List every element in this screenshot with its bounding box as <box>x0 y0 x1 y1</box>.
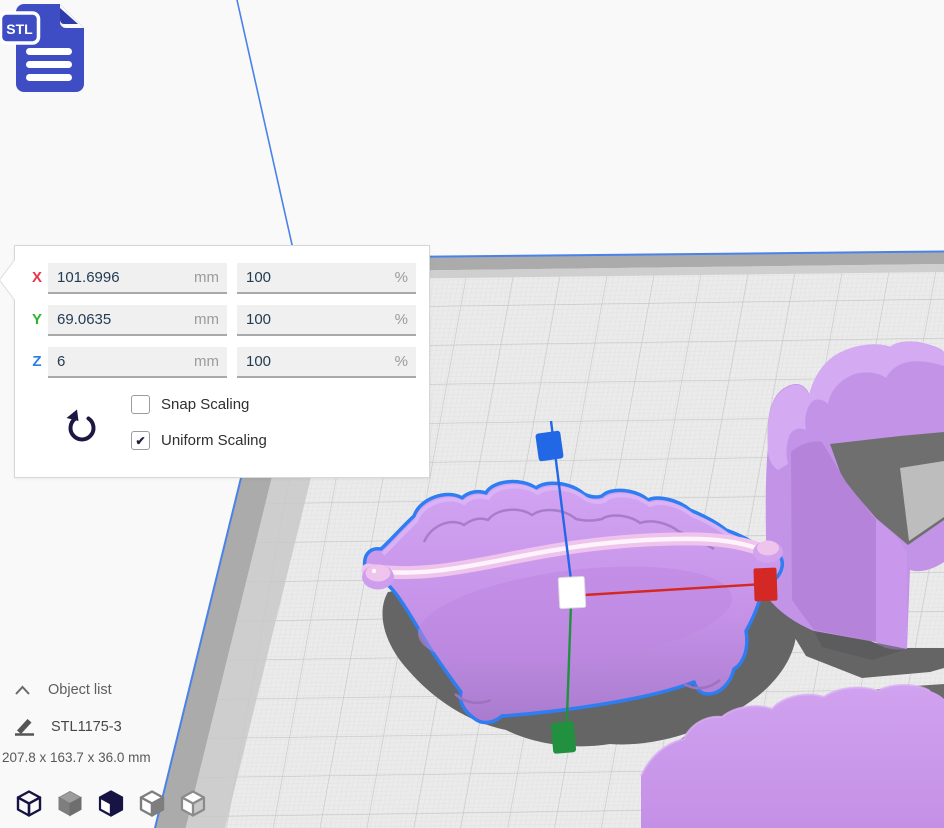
view-top-button[interactable] <box>95 788 126 821</box>
panel-arrow <box>0 260 15 300</box>
scale-y-percent-field[interactable]: % <box>237 305 416 336</box>
scale-y-percent-input[interactable] <box>237 311 395 328</box>
object-list-item-name: STL1175-3 <box>51 719 122 735</box>
scale-y-mm-field[interactable]: mm <box>48 305 227 336</box>
scale-row-x: X mm % <box>15 263 429 294</box>
scale-y-mm-input[interactable] <box>48 311 194 328</box>
gizmo-handle-y[interactable] <box>551 721 577 754</box>
axis-label-y: Y <box>25 311 49 328</box>
scale-row-y: Y mm % <box>15 305 429 336</box>
scale-x-percent-field[interactable]: % <box>237 263 416 294</box>
gizmo-center-handle[interactable] <box>558 576 586 608</box>
scale-z-percent-field[interactable]: % <box>237 347 416 378</box>
build-volume-edge <box>237 0 295 258</box>
view-3d-button[interactable] <box>13 788 44 821</box>
scale-x-mm-field[interactable]: mm <box>48 263 227 294</box>
stl-file-icon[interactable]: STL <box>0 0 92 102</box>
axis-label-x: X <box>25 269 49 286</box>
chevron-up-icon <box>14 685 31 696</box>
view-left-button[interactable] <box>136 788 167 821</box>
gizmo-handle-x[interactable] <box>753 568 777 602</box>
snap-scaling-box[interactable] <box>131 395 150 414</box>
object-list-title: Object list <box>48 682 112 698</box>
application-window: STL X mm % Y mm % <box>0 0 944 828</box>
view-right-button[interactable] <box>177 788 208 821</box>
scale-z-percent-input[interactable] <box>237 353 395 370</box>
unit-percent: % <box>395 311 416 328</box>
unit-percent: % <box>395 269 416 286</box>
view-top-icon <box>96 788 126 819</box>
view-front-icon <box>55 788 85 819</box>
scale-row-z: Z mm % <box>15 347 429 378</box>
unit-mm: mm <box>194 353 227 370</box>
uniform-scaling-label: Uniform Scaling <box>161 432 267 449</box>
unit-mm: mm <box>194 269 227 286</box>
uniform-scaling-checkbox[interactable]: ✔ Uniform Scaling <box>131 431 267 450</box>
scale-x-percent-input[interactable] <box>237 269 395 286</box>
pencil-icon <box>14 716 35 737</box>
scale-tool-panel: X mm % Y mm % Z mm <box>14 245 430 478</box>
unit-mm: mm <box>194 311 227 328</box>
scale-x-mm-input[interactable] <box>48 269 194 286</box>
uniform-scaling-box[interactable]: ✔ <box>131 431 150 450</box>
object-list-header[interactable]: Object list <box>14 682 112 698</box>
object-list-item[interactable]: STL1175-3 <box>14 716 122 737</box>
view-3d-icon <box>14 788 44 819</box>
unit-percent: % <box>395 353 416 370</box>
reset-arrow-icon <box>65 409 99 443</box>
axis-label-z: Z <box>25 353 49 370</box>
scale-z-mm-field[interactable]: mm <box>48 347 227 378</box>
snap-scaling-label: Snap Scaling <box>161 396 249 413</box>
view-left-icon <box>137 788 167 819</box>
object-dimensions: 207.8 x 163.7 x 36.0 mm <box>2 750 151 765</box>
scale-z-mm-input[interactable] <box>48 353 194 370</box>
gizmo-handle-z[interactable] <box>535 430 564 461</box>
camera-view-toolbar <box>13 788 208 821</box>
view-front-button[interactable] <box>54 788 85 821</box>
snap-scaling-checkbox[interactable]: Snap Scaling <box>131 395 249 414</box>
reset-scale-button[interactable] <box>63 408 101 446</box>
view-right-icon <box>178 788 208 819</box>
stl-badge-label: STL <box>6 21 33 37</box>
